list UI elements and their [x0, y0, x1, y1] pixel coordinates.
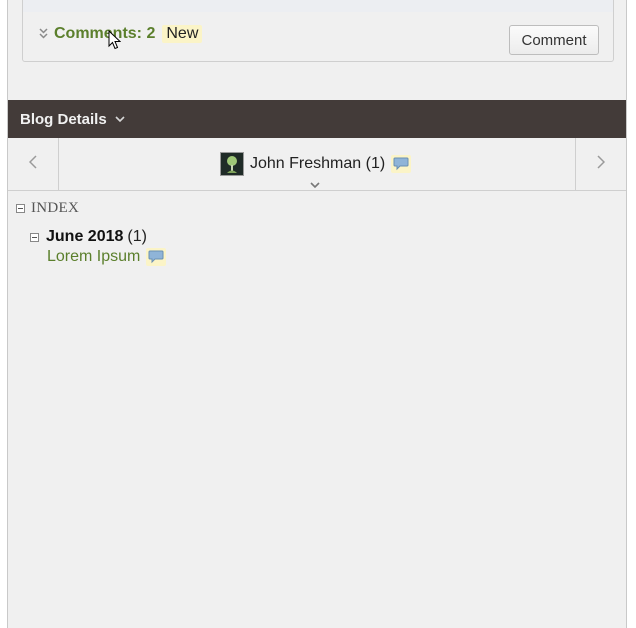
post-item[interactable]: Lorem Ipsum [47, 248, 167, 266]
author-selector[interactable]: John Freshman (1) [220, 152, 412, 176]
month-node[interactable]: June 2018 (1) [30, 228, 166, 246]
card-content-strip [23, 0, 613, 12]
index-label: INDEX [31, 200, 80, 216]
chevron-right-icon [597, 154, 606, 174]
post-link[interactable]: Lorem Ipsum [47, 248, 140, 266]
comment-bubble-icon [146, 248, 167, 266]
blog-details-title: Blog Details [20, 110, 107, 128]
author-name: John Freshman (1) [250, 155, 386, 172]
comment-bubble-icon [391, 155, 412, 173]
double-chevron-down-icon [39, 27, 49, 41]
blog-details-header[interactable]: Blog Details [8, 100, 626, 138]
month-label: June 2018 [46, 228, 124, 245]
month-post-count: (1) [127, 228, 147, 245]
collapse-index-icon[interactable] [16, 204, 25, 213]
chevron-left-icon [28, 154, 37, 174]
new-badge: New [162, 25, 203, 43]
previous-author-button[interactable] [8, 138, 59, 190]
chevron-down-icon [115, 110, 125, 128]
author-navigation: John Freshman (1) [8, 138, 626, 191]
author-expand-icon[interactable] [310, 176, 320, 194]
author-avatar [220, 152, 244, 176]
collapse-month-icon[interactable] [30, 232, 39, 242]
mouse-pointer-icon [108, 29, 122, 55]
next-author-button[interactable] [575, 138, 626, 190]
comments-count-label[interactable]: Comments: 2 [54, 25, 155, 43]
index-header[interactable]: INDEX [16, 200, 166, 217]
blog-panel: Comments: 2 New Comment Blog Details Joh… [7, 0, 627, 628]
blog-index-tree: INDEX June 2018 (1) Lorem Ipsum [16, 200, 167, 266]
comment-button[interactable]: Comment [509, 25, 599, 55]
